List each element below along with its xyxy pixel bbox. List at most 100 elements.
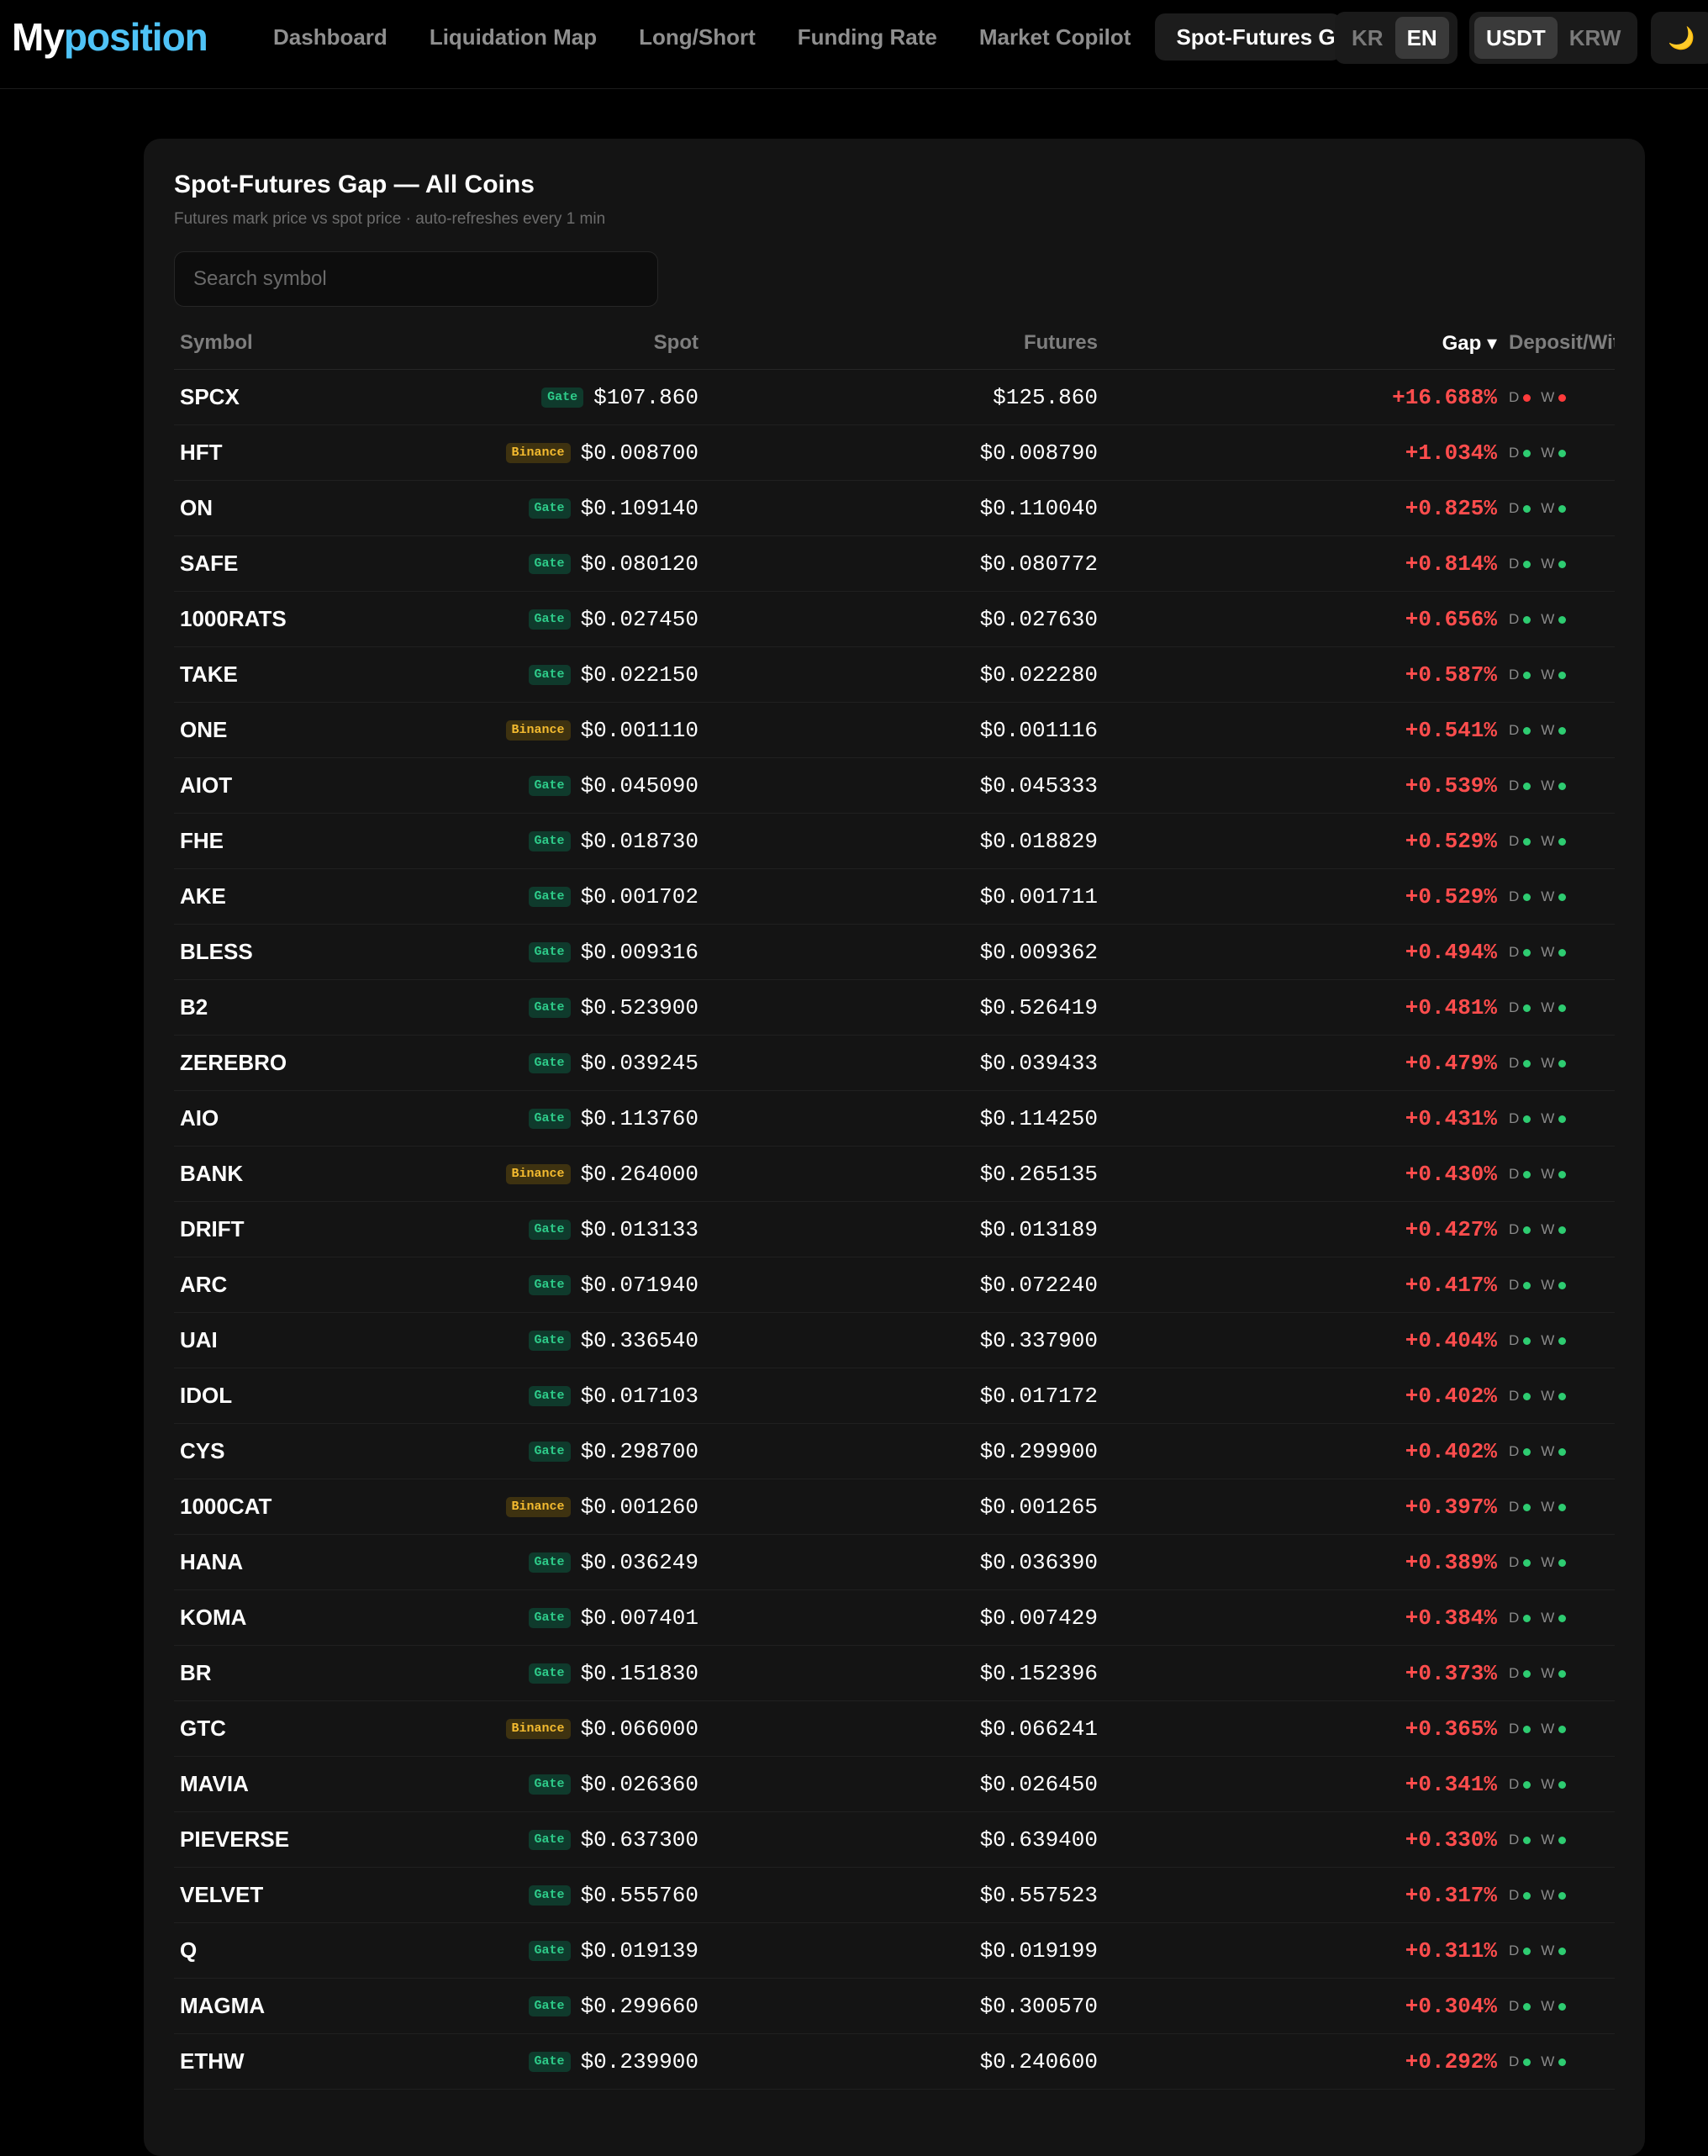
deposit-label: D [1509, 499, 1520, 516]
table-row[interactable]: KOMA Gate $0.007401 $0.007429 +0.384% D W [174, 1590, 1615, 1646]
header-symbol[interactable]: Symbol [174, 331, 359, 355]
table-row[interactable]: 1000CAT Binance $0.001260 $0.001265 +0.397% D… [174, 1479, 1615, 1535]
table-row[interactable]: ARC Gate $0.071940 $0.072240 +0.417% D W [174, 1257, 1615, 1313]
exchange-badge: Gate [528, 1940, 571, 1961]
table-row[interactable]: BLESS Gate $0.009316 $0.009362 +0.494% D W [174, 925, 1615, 980]
futures-price-cell: $0.080772 [979, 551, 1098, 577]
table-row[interactable]: ZEREBRO Gate $0.039245 $0.039433 +0.479% D W [174, 1036, 1615, 1091]
table-row[interactable]: ON Gate $0.109140 $0.110040 +0.825% D W [174, 481, 1615, 536]
spot-price-cell: $0.555760 [580, 1882, 698, 1908]
table-row[interactable]: MAVIA Gate $0.026360 $0.026450 +0.341% D W [174, 1757, 1615, 1812]
exchange-badge: Gate [528, 1385, 571, 1406]
symbol-cell: KOMA [180, 1605, 247, 1630]
symbol-cell: B2 [180, 994, 208, 1020]
currency-usdt-option[interactable]: USDT [1474, 17, 1558, 59]
top-navigation-bar: Myposition Dashboard Liquidation Map Lon… [0, 0, 1708, 89]
withdraw-label: W [1541, 1165, 1555, 1182]
spot-price-cell: $0.013133 [580, 1216, 698, 1242]
table-row[interactable]: B2 Gate $0.523900 $0.526419 +0.481% D W [174, 980, 1615, 1036]
withdraw-status-dot [1558, 1614, 1567, 1622]
nav-dashboard[interactable]: Dashboard [252, 13, 409, 61]
table-row[interactable]: VELVET Gate $0.555760 $0.557523 +0.317% D W [174, 1868, 1615, 1923]
table-row[interactable]: TAKE Gate $0.022150 $0.022280 +0.587% D W [174, 647, 1615, 703]
futures-price-cell: $0.299900 [979, 1438, 1098, 1464]
nav-spot-futures-gap[interactable]: Spot-Futures Gap [1155, 13, 1342, 61]
withdraw-label: W [1541, 1553, 1555, 1570]
futures-price-cell: $0.114250 [979, 1105, 1098, 1131]
table-row[interactable]: BR Gate $0.151830 $0.152396 +0.373% D W [174, 1646, 1615, 1701]
withdraw-label: W [1541, 1331, 1555, 1348]
deposit-status-dot [1523, 1836, 1531, 1844]
exchange-badge: Gate [528, 1995, 571, 2016]
spot-price-cell: $0.019139 [580, 1937, 698, 1964]
futures-price-cell: $0.110040 [979, 495, 1098, 521]
header-gap-sorted-desc[interactable]: Gap ▾ [1098, 331, 1497, 356]
header-spot[interactable]: Spot [359, 331, 698, 355]
deposit-label: D [1509, 666, 1520, 683]
table-row[interactable]: BANK Binance $0.264000 $0.265135 +0.430% D W [174, 1147, 1615, 1202]
table-row[interactable]: AIO Gate $0.113760 $0.114250 +0.431% D W [174, 1091, 1615, 1147]
futures-price-cell: $0.240600 [979, 2048, 1098, 2074]
gap-percent-cell: +0.292% [1405, 2048, 1497, 2074]
gap-percent-cell: +0.479% [1405, 1050, 1497, 1076]
spot-price-cell: $0.017103 [580, 1383, 698, 1409]
futures-price-cell: $0.152396 [979, 1660, 1098, 1686]
futures-price-cell: $0.001116 [979, 717, 1098, 743]
spot-price-cell: $0.637300 [580, 1827, 698, 1853]
withdraw-status-dot [1558, 1725, 1567, 1733]
deposit-status-dot [1523, 449, 1531, 457]
spot-price-cell: $0.001260 [580, 1494, 698, 1520]
table-row[interactable]: SPCX Gate $107.860 $125.860 +16.688% D W [174, 370, 1615, 425]
lang-en-option[interactable]: EN [1394, 17, 1449, 59]
lang-kr-option[interactable]: KR [1340, 17, 1395, 59]
deposit-label: D [1509, 777, 1520, 793]
deposit-label: D [1509, 1110, 1520, 1126]
table-row[interactable]: ONE Binance $0.001110 $0.001116 +0.541% D W [174, 703, 1615, 758]
withdraw-status-dot [1558, 1392, 1567, 1400]
withdraw-label: W [1541, 1942, 1555, 1958]
futures-price-cell: $0.018829 [979, 828, 1098, 854]
table-row[interactable]: DRIFT Gate $0.013133 $0.013189 +0.427% D W [174, 1202, 1615, 1257]
search-symbol-input[interactable] [174, 251, 658, 307]
deposit-status-dot [1523, 1725, 1531, 1733]
spot-price-cell: $0.039245 [580, 1050, 698, 1076]
header-deposit-withdraw[interactable]: Deposit/Withdraw [1497, 331, 1615, 355]
table-row[interactable]: Q Gate $0.019139 $0.019199 +0.311% D W [174, 1923, 1615, 1979]
table-row[interactable]: PIEVERSE Gate $0.637300 $0.639400 +0.330% D W [174, 1812, 1615, 1868]
theme-toggle-button[interactable]: 🌙 [1651, 12, 1708, 64]
currency-krw-option[interactable]: KRW [1558, 17, 1633, 59]
deposit-label: D [1509, 1220, 1520, 1237]
table-row[interactable]: GTC Binance $0.066000 $0.066241 +0.365% D W [174, 1701, 1615, 1757]
table-row[interactable]: IDOL Gate $0.017103 $0.017172 +0.402% D W [174, 1368, 1615, 1424]
table-row[interactable]: UAI Gate $0.336540 $0.337900 +0.404% D W [174, 1313, 1615, 1368]
card-title: Spot-Futures Gap — All Coins [174, 171, 535, 198]
table-row[interactable]: ETHW Gate $0.239900 $0.240600 +0.292% D W [174, 2034, 1615, 2090]
deposit-status-dot [1523, 1170, 1531, 1178]
header-futures[interactable]: Futures [698, 331, 1098, 355]
nav-long-short[interactable]: Long/Short [618, 13, 777, 61]
nav-funding-rate[interactable]: Funding Rate [777, 13, 958, 61]
table-row[interactable]: SAFE Gate $0.080120 $0.080772 +0.814% D W [174, 536, 1615, 592]
deposit-label: D [1509, 1886, 1520, 1903]
exchange-badge: Gate [528, 1330, 571, 1351]
gap-percent-cell: +0.304% [1405, 1993, 1497, 2019]
app-logo[interactable]: Myposition [12, 12, 208, 62]
gap-percent-cell: +0.373% [1405, 1660, 1497, 1686]
table-row[interactable]: HFT Binance $0.008700 $0.008790 +1.034% D W [174, 425, 1615, 481]
withdraw-status-dot [1558, 1503, 1567, 1511]
exchange-badge: Gate [528, 1274, 571, 1295]
gap-percent-cell: +0.365% [1405, 1716, 1497, 1742]
table-row[interactable]: MAGMA Gate $0.299660 $0.300570 +0.304% D W [174, 1979, 1615, 2034]
exchange-badge: Gate [528, 1829, 571, 1850]
table-row[interactable]: AIOT Gate $0.045090 $0.045333 +0.539% D W [174, 758, 1615, 814]
deposit-status-dot [1523, 1614, 1531, 1622]
table-row[interactable]: CYS Gate $0.298700 $0.299900 +0.402% D W [174, 1424, 1615, 1479]
nav-liquidation-map[interactable]: Liquidation Map [409, 13, 618, 61]
table-row[interactable]: HANA Gate $0.036249 $0.036390 +0.389% D W [174, 1535, 1615, 1590]
table-row[interactable]: AKE Gate $0.001702 $0.001711 +0.529% D W [174, 869, 1615, 925]
nav-market-copilot[interactable]: Market Copilot [958, 13, 1152, 61]
futures-price-cell: $0.045333 [979, 772, 1098, 799]
table-row[interactable]: FHE Gate $0.018730 $0.018829 +0.529% D W [174, 814, 1615, 869]
spot-price-cell: $0.109140 [580, 495, 698, 521]
table-row[interactable]: 1000RATS Gate $0.027450 $0.027630 +0.656% D W [174, 592, 1615, 647]
